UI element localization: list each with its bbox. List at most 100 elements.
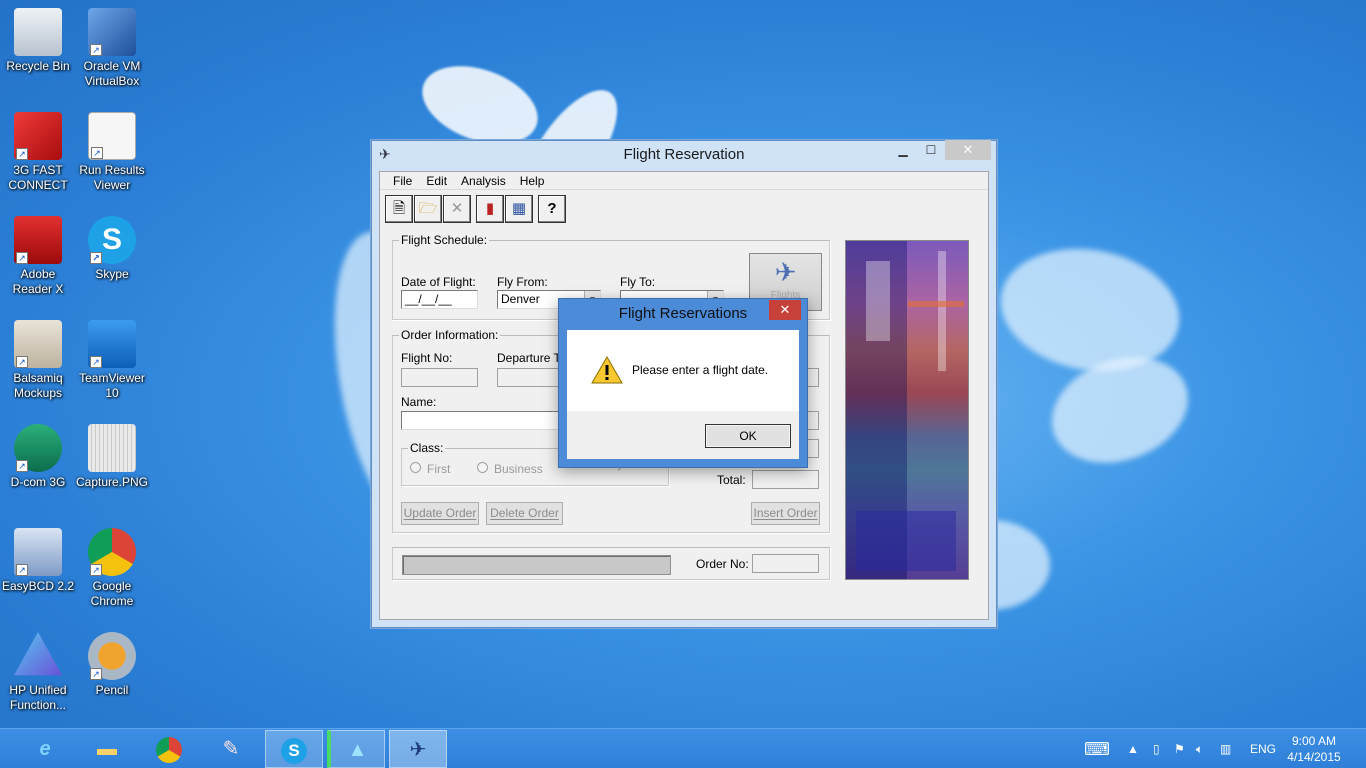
delete-icon: ✕ — [450, 200, 464, 217]
report-icon: ▦ — [511, 200, 527, 217]
desktop-icon-label: HP Unified Function... — [9, 683, 67, 712]
taskbar-skype[interactable]: S — [265, 730, 323, 768]
skype-icon: S — [281, 737, 307, 764]
class-first-label: First — [427, 462, 451, 476]
system-clock[interactable]: 9:00 AM 4/14/2015 — [1284, 733, 1344, 765]
ok-button[interactable]: OK — [705, 424, 791, 448]
desktop-icon-label: Pencil — [95, 683, 129, 697]
minimize-button[interactable]: ▁ — [889, 140, 917, 160]
desktop-icon-pencil[interactable]: ↗ Pencil — [74, 632, 150, 698]
taskbar-hp-unified[interactable]: ▲ — [327, 730, 385, 768]
help-icon: ? — [547, 200, 557, 217]
network-tray-icon[interactable]: ▥ — [1220, 729, 1231, 768]
departure-time-label: Departure Tir — [497, 351, 568, 365]
flight-reservation-icon: ✈ — [409, 739, 427, 761]
file-explorer-icon: ▬ — [97, 738, 117, 760]
volume-tray-icon[interactable]: 🔈︎ — [1196, 729, 1203, 768]
taskbar-internet-explorer[interactable]: e — [16, 730, 74, 768]
show-hidden-icons-button[interactable]: ▲ — [1127, 729, 1139, 768]
delete-order-button[interactable]: Delete Order — [486, 502, 563, 525]
desktop-icon-3g-fast-connect[interactable]: ↗ 3G FAST CONNECT — [0, 112, 76, 193]
open-order-icon: 🗁 — [418, 200, 438, 217]
adobe-reader-icon: ↗ — [14, 216, 62, 264]
date-of-flight-input[interactable]: __/__/__ — [401, 290, 478, 309]
desktop-icon-chrome[interactable]: ↗ Google Chrome — [74, 528, 150, 609]
desktop-icon-skype[interactable]: S ↗ Skype — [74, 216, 150, 282]
report-button[interactable]: ▦ — [505, 195, 533, 223]
battery-tray-icon[interactable]: ▯ — [1153, 729, 1160, 768]
virtualbox-icon: ↗ — [88, 8, 136, 56]
checklist-icon: ↗ — [88, 112, 136, 160]
desktop-icon-easybcd[interactable]: ↗ EasyBCD 2.2 — [0, 528, 76, 594]
image-file-icon — [88, 424, 136, 472]
menu-file[interactable]: File — [386, 172, 419, 189]
update-order-button[interactable]: Update Order — [401, 502, 479, 525]
dialog-footer: OK — [567, 411, 799, 459]
desktop-icon-label: Balsamiq Mockups — [13, 371, 63, 400]
desktop-icon-virtualbox[interactable]: ↗ Oracle VM VirtualBox — [74, 8, 150, 89]
desktop-icon-recycle-bin[interactable]: Recycle Bin — [0, 8, 76, 74]
desktop-icon-label: Oracle VM VirtualBox — [83, 59, 141, 88]
class-first-radio[interactable] — [410, 462, 421, 473]
flight-no-input[interactable] — [401, 368, 478, 387]
balsamiq-icon: ↗ — [14, 320, 62, 368]
window-controls: ▁ ☐ ✕ — [889, 140, 991, 162]
dialog-close-button[interactable]: ✕ — [769, 300, 801, 320]
total-input[interactable] — [752, 470, 819, 489]
new-order-icon: 🗎 — [392, 200, 406, 217]
graph-button[interactable]: ▮ — [476, 195, 504, 223]
taskbar-file-explorer[interactable]: ▬ — [78, 730, 136, 768]
taskbar: e ▬ ✎ S ▲ ✈ ⌨ ▲ ▯ ⚑ 🔈︎ ▥ ENG 9:00 AM 4/1… — [0, 728, 1366, 768]
desktop-icon-adobe-reader[interactable]: ↗ Adobe Reader X — [0, 216, 76, 297]
new-order-button[interactable]: 🗎 — [385, 195, 413, 223]
desktop-icon-teamviewer[interactable]: ↗ TeamViewer 10 — [74, 320, 150, 401]
flight-no-label: Flight No: — [401, 351, 453, 365]
touch-keyboard-button[interactable]: ⌨ — [1084, 729, 1110, 768]
open-order-button[interactable]: 🗁 — [414, 195, 442, 223]
menu-help[interactable]: Help — [513, 172, 552, 189]
taskbar-balsamiq[interactable]: ✎ — [202, 730, 260, 768]
balsamiq-icon: ✎ — [222, 738, 240, 760]
desktop-icon-capture-png[interactable]: Capture.PNG — [74, 424, 150, 490]
close-button[interactable]: ✕ — [945, 140, 991, 160]
action-center-tray-icon[interactable]: ⚑ — [1174, 729, 1185, 768]
skype-icon: S ↗ — [88, 216, 136, 264]
desktop-icon-label: Skype — [95, 267, 129, 281]
keyboard-icon: ⌨ — [1084, 739, 1110, 759]
flight-reservations-dialog: Flight Reservations ✕ Please enter a fli… — [558, 298, 808, 468]
graph-icon: ▮ — [485, 200, 495, 217]
desktop-icon-label: Google Chrome — [90, 579, 134, 608]
desktop-icon-balsamiq[interactable]: ↗ Balsamiq Mockups — [0, 320, 76, 401]
building-shape — [856, 511, 956, 571]
progress-bar — [402, 555, 671, 575]
class-business-radio[interactable] — [477, 462, 488, 473]
menu-edit[interactable]: Edit — [419, 172, 454, 189]
city-collage-image — [845, 240, 969, 580]
battery-icon: ▯ — [1153, 742, 1160, 756]
maximize-button[interactable]: ☐ — [917, 140, 945, 160]
fly-from-label: Fly From: — [497, 275, 548, 289]
desktop-icon-dcom[interactable]: ↗ D-com 3G — [0, 424, 76, 490]
desktop-icon-label: TeamViewer 10 — [79, 371, 145, 400]
chevron-up-icon: ▲ — [1127, 742, 1139, 756]
fly-to-label: Fly To: — [620, 275, 656, 289]
desktop-icon-hp-unified[interactable]: HP Unified Function... — [0, 632, 76, 713]
help-button[interactable]: ? — [538, 195, 566, 223]
taskbar-chrome[interactable] — [140, 730, 198, 768]
tower-shape — [866, 261, 890, 341]
input-language-indicator[interactable]: ENG — [1250, 729, 1276, 768]
order-no-input[interactable] — [752, 554, 819, 573]
desktop-icon-label: Run Results Viewer — [79, 163, 145, 192]
dialog-body: Please enter a flight date. — [567, 330, 799, 411]
name-input[interactable] — [401, 411, 581, 430]
desktop-icon-run-results-viewer[interactable]: ↗ Run Results Viewer — [74, 112, 150, 193]
close-icon: ✕ — [779, 302, 791, 317]
desktop-icon-label: Adobe Reader X — [12, 267, 64, 296]
menu-analysis[interactable]: Analysis — [454, 172, 513, 189]
delete-order-toolbar-button[interactable]: ✕ — [443, 195, 471, 223]
speaker-icon: 🔈︎ — [1196, 742, 1204, 756]
bridge-shape — [908, 301, 964, 307]
taskbar-flight-reservation[interactable]: ✈ — [389, 730, 447, 768]
insert-order-button[interactable]: Insert Order — [751, 502, 820, 525]
toolbar: 🗎 🗁 ✕ ▮ ▦ ? — [385, 195, 567, 223]
